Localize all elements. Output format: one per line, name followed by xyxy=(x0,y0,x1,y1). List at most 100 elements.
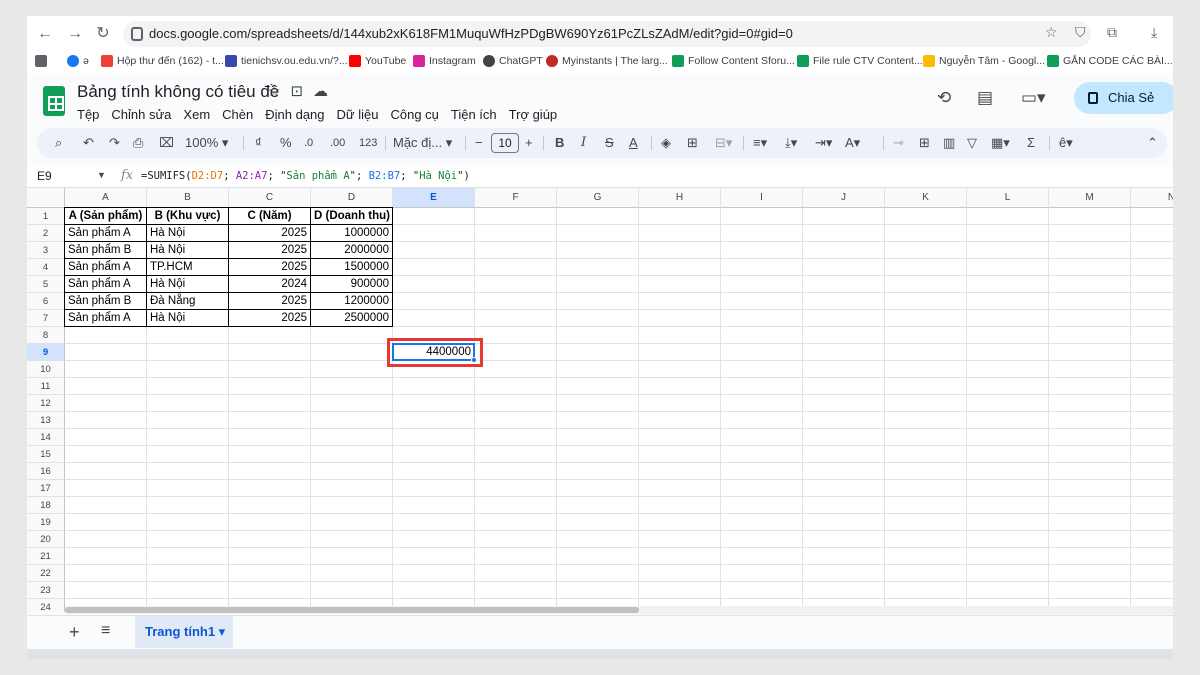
menu-extensions[interactable]: Tiện ích xyxy=(451,106,503,124)
grid-cell[interactable] xyxy=(803,497,885,514)
italic-button[interactable]: I xyxy=(581,128,586,158)
grid-cell[interactable] xyxy=(1131,548,1173,565)
shield-icon[interactable]: ⛉ xyxy=(1075,24,1086,41)
row-header[interactable]: 10 xyxy=(27,361,65,378)
grid-cell[interactable] xyxy=(65,446,147,463)
row-header[interactable]: 23 xyxy=(27,582,65,599)
grid-cell[interactable] xyxy=(721,429,803,446)
grid-cell[interactable] xyxy=(967,565,1049,582)
grid-cell[interactable] xyxy=(475,208,557,225)
grid-cell[interactable] xyxy=(393,293,475,310)
table-cell[interactable]: Hà Nội xyxy=(147,310,229,327)
row-header[interactable]: 15 xyxy=(27,446,65,463)
row-header[interactable]: 14 xyxy=(27,429,65,446)
font-size-decrease-button[interactable]: − xyxy=(475,128,483,158)
grid-cell[interactable] xyxy=(229,412,311,429)
bookmark-gan-code[interactable]: GẮN CODE CÁC BÀI... xyxy=(1047,55,1173,67)
row-header[interactable]: 17 xyxy=(27,480,65,497)
table-cell[interactable]: 2025 xyxy=(229,310,311,327)
grid-cell[interactable] xyxy=(967,463,1049,480)
column-header[interactable]: K xyxy=(885,188,967,208)
grid-cell[interactable] xyxy=(1049,548,1131,565)
grid-cell[interactable] xyxy=(475,293,557,310)
menu-file[interactable]: Tệp xyxy=(77,106,105,124)
add-sheet-icon[interactable]: + xyxy=(69,622,80,643)
grid-cell[interactable] xyxy=(1049,310,1131,327)
table-cell[interactable]: 2500000 xyxy=(311,310,393,327)
grid-cell[interactable] xyxy=(229,361,311,378)
grid-cell[interactable] xyxy=(311,531,393,548)
grid-cell[interactable] xyxy=(1049,259,1131,276)
grid-cell[interactable] xyxy=(475,225,557,242)
comments-icon[interactable]: ▤ xyxy=(977,88,993,108)
grid-cell[interactable] xyxy=(803,293,885,310)
horizontal-scrollbar[interactable] xyxy=(65,606,1173,614)
merge-cells-icon[interactable]: ⊟▾ xyxy=(715,128,732,158)
grid-cell[interactable] xyxy=(229,582,311,599)
grid-cell[interactable] xyxy=(147,429,229,446)
grid-cell[interactable] xyxy=(311,497,393,514)
grid-cell[interactable] xyxy=(393,446,475,463)
grid-cell[interactable] xyxy=(803,463,885,480)
table-cell[interactable]: Hà Nội xyxy=(147,225,229,242)
grid-cell[interactable] xyxy=(803,412,885,429)
grid-cell[interactable] xyxy=(1049,582,1131,599)
column-header[interactable]: N xyxy=(1131,188,1173,208)
grid-cell[interactable] xyxy=(967,548,1049,565)
sheet-tab-active[interactable]: Trang tính1 ▾ xyxy=(135,616,233,648)
grid-cell[interactable] xyxy=(1131,259,1173,276)
grid-cell[interactable] xyxy=(393,480,475,497)
grid-cell[interactable] xyxy=(311,361,393,378)
horizontal-align-icon[interactable]: ≡▾ xyxy=(753,128,767,158)
grid-cell[interactable] xyxy=(967,480,1049,497)
grid-cell[interactable] xyxy=(885,327,967,344)
grid-cell[interactable] xyxy=(311,327,393,344)
grid-cell[interactable] xyxy=(557,497,639,514)
grid-cell[interactable] xyxy=(557,276,639,293)
grid-cell[interactable] xyxy=(721,548,803,565)
grid-cell[interactable] xyxy=(885,412,967,429)
grid-cell[interactable] xyxy=(1049,276,1131,293)
grid-cell[interactable] xyxy=(721,208,803,225)
grid-cell[interactable] xyxy=(639,446,721,463)
grid-cell[interactable] xyxy=(557,378,639,395)
grid-cell[interactable] xyxy=(475,497,557,514)
bookmark-follow-content[interactable]: Follow Content Sforu... xyxy=(672,55,795,67)
grid-cell[interactable] xyxy=(639,497,721,514)
grid-cell[interactable] xyxy=(65,361,147,378)
column-header[interactable]: F xyxy=(475,188,557,208)
grid-cell[interactable] xyxy=(803,310,885,327)
grid-cell[interactable] xyxy=(557,225,639,242)
column-header[interactable]: D xyxy=(311,188,393,208)
grid-cell[interactable] xyxy=(803,531,885,548)
grid-cell[interactable] xyxy=(639,293,721,310)
grid-cell[interactable] xyxy=(803,344,885,361)
row-header[interactable]: 7 xyxy=(27,310,65,327)
grid-cell[interactable] xyxy=(557,565,639,582)
bookmark-instagram[interactable]: Instagram xyxy=(413,55,476,67)
grid-cell[interactable] xyxy=(1049,361,1131,378)
grid-cell[interactable] xyxy=(803,395,885,412)
grid-cell[interactable] xyxy=(393,582,475,599)
grid-cell[interactable] xyxy=(885,208,967,225)
grid-cell[interactable] xyxy=(147,446,229,463)
grid-cell[interactable] xyxy=(803,446,885,463)
history-icon[interactable]: ⟲ xyxy=(937,88,951,108)
table-cell[interactable]: Sản phẩm A xyxy=(65,276,147,293)
grid-cell[interactable] xyxy=(639,259,721,276)
vertical-align-icon[interactable]: ⤓▾ xyxy=(785,128,797,158)
table-cell[interactable]: Đà Nẵng xyxy=(147,293,229,310)
grid-cell[interactable] xyxy=(147,395,229,412)
grid-cell[interactable] xyxy=(1131,497,1173,514)
grid-cell[interactable] xyxy=(721,565,803,582)
grid-cell[interactable] xyxy=(1049,565,1131,582)
column-header[interactable]: C xyxy=(229,188,311,208)
text-wrap-icon[interactable]: ⇥▾ xyxy=(815,128,832,158)
table-cell[interactable]: 2024 xyxy=(229,276,311,293)
grid-cell[interactable] xyxy=(1049,446,1131,463)
bold-button[interactable]: B xyxy=(555,128,564,158)
grid-cell[interactable] xyxy=(803,378,885,395)
grid-cell[interactable] xyxy=(147,480,229,497)
grid-cell[interactable] xyxy=(147,378,229,395)
grid-cell[interactable] xyxy=(721,531,803,548)
